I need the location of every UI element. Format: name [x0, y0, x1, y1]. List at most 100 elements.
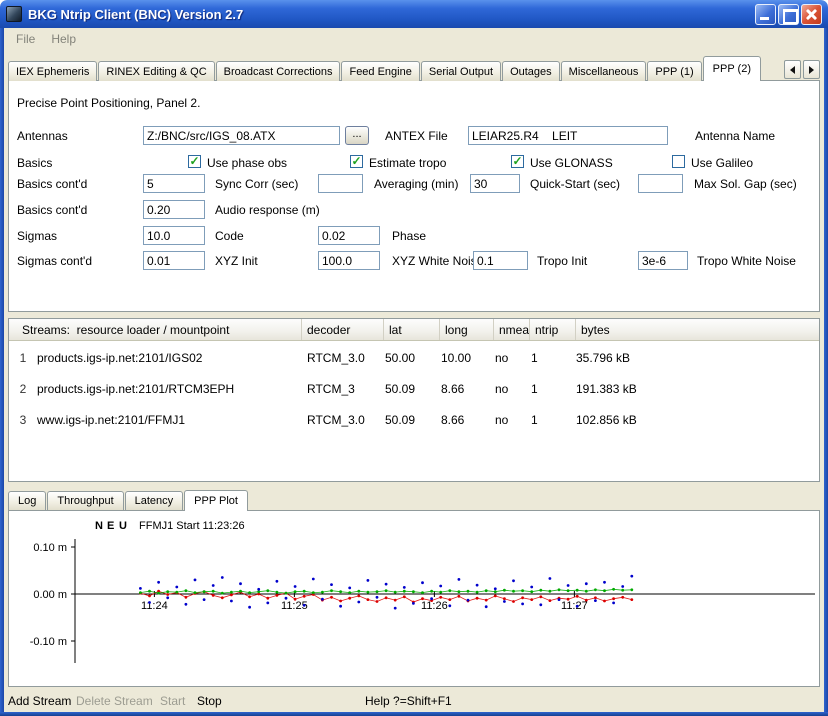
tab-iex-ephemeris[interactable]: IEX Ephemeris	[8, 61, 97, 81]
header-bytes: bytes	[575, 319, 819, 340]
averaging-input[interactable]	[318, 174, 363, 193]
tab-ppp-plot[interactable]: PPP Plot	[184, 490, 248, 511]
svg-text:E: E	[107, 520, 114, 532]
estimate-tropo-checkbox[interactable]: ✓	[350, 155, 363, 168]
streams-table-header: Streams: resource loader / mountpoint de…	[9, 319, 819, 341]
bytes-cell: 35.796 kB	[575, 351, 819, 365]
stream-row-1[interactable]: 1 products.igs-ip.net:2101/IGS02 RTCM_3.…	[9, 343, 819, 373]
lat-cell: 50.00	[383, 351, 439, 365]
panel-caption: Precise Point Positioning, Panel 2.	[17, 96, 200, 110]
basics-label: Basics	[17, 156, 52, 170]
row-number: 1	[9, 351, 37, 365]
statusbar: Add Stream Delete Stream Start Stop Help…	[4, 690, 824, 712]
use-galileo-checkbox[interactable]	[672, 155, 685, 168]
start-button[interactable]: Start	[160, 694, 185, 708]
main-tabbar: IEX Ephemeris RINEX Editing & QC Broadca…	[8, 56, 762, 81]
svg-text:FFMJ1 Start 11:23:26: FFMJ1 Start 11:23:26	[139, 520, 245, 532]
tropo-init-label: Tropo Init	[537, 254, 587, 268]
sync-corr-input[interactable]	[143, 174, 205, 193]
menu-help[interactable]: Help	[43, 30, 84, 48]
max-sol-gap-input[interactable]	[638, 174, 683, 193]
header-decoder: decoder	[301, 319, 383, 340]
sync-corr-label: Sync Corr (sec)	[215, 177, 298, 191]
long-cell: 8.66	[439, 413, 493, 427]
mountpoint-cell: www.igs-ip.net:2101/FFMJ1	[37, 413, 301, 427]
antenna-name-input[interactable]	[468, 126, 668, 145]
tropo-white-noise-label: Tropo White Noise	[697, 254, 796, 268]
ntrip-cell: 1	[529, 413, 575, 427]
svg-text:U: U	[119, 520, 127, 532]
use-phase-obs-checkbox[interactable]: ✓	[188, 155, 201, 168]
tab-scroll-right-button[interactable]	[803, 60, 820, 79]
quick-start-label: Quick-Start (sec)	[530, 177, 620, 191]
tab-feed-engine[interactable]: Feed Engine	[341, 61, 419, 81]
tab-log[interactable]: Log	[8, 491, 46, 510]
antex-browse-button[interactable]: ...	[345, 126, 369, 145]
sigma-phase-input[interactable]	[318, 226, 380, 245]
minimize-button[interactable]	[755, 4, 776, 25]
stream-row-3[interactable]: 3 www.igs-ip.net:2101/FFMJ1 RTCM_3.0 50.…	[9, 405, 819, 435]
decoder-cell: RTCM_3	[301, 382, 383, 396]
sigma-code-input[interactable]	[143, 226, 205, 245]
long-cell: 10.00	[439, 351, 493, 365]
menu-file[interactable]: File	[8, 30, 43, 48]
close-button[interactable]	[801, 4, 822, 25]
tab-ppp-1[interactable]: PPP (1)	[647, 61, 701, 81]
window-frame-bottom	[0, 712, 828, 716]
header-lat: lat	[383, 319, 439, 340]
row-number: 2	[9, 382, 37, 396]
tab-broadcast-corrections[interactable]: Broadcast Corrections	[216, 61, 341, 81]
add-stream-button[interactable]: Add Stream	[8, 694, 71, 708]
menubar: File Help	[4, 28, 824, 50]
window-frame-left	[0, 26, 4, 716]
ntrip-cell: 1	[529, 382, 575, 396]
bnc-window: BKG Ntrip Client (BNC) Version 2.7 File …	[0, 0, 828, 716]
xyz-init-label: XYZ Init	[215, 254, 258, 268]
titlebar[interactable]: BKG Ntrip Client (BNC) Version 2.7	[0, 0, 828, 28]
antex-file-label: ANTEX File	[385, 129, 448, 143]
ppp-plot-panel: 0.10 m0.00 m-0.10 m11:2411:2511:2611:27N…	[8, 510, 820, 687]
antex-path-input[interactable]	[143, 126, 340, 145]
tab-scroll-left-button[interactable]	[784, 60, 801, 79]
estimate-tropo-label: Estimate tropo	[369, 156, 446, 170]
tab-throughput[interactable]: Throughput	[47, 491, 123, 510]
delete-stream-button[interactable]: Delete Stream	[76, 694, 153, 708]
header-long: long	[439, 319, 493, 340]
help-shortcut-label[interactable]: Help ?=Shift+F1	[365, 694, 452, 708]
ppp-plot-svg: 0.10 m0.00 m-0.10 m11:2411:2511:2611:27N…	[9, 511, 819, 686]
tropo-white-noise-input[interactable]	[638, 251, 688, 270]
tab-latency[interactable]: Latency	[125, 491, 184, 510]
nmea-cell: no	[493, 413, 529, 427]
stream-row-2[interactable]: 2 products.igs-ip.net:2101/RTCM3EPH RTCM…	[9, 374, 819, 404]
stop-button[interactable]: Stop	[197, 694, 222, 708]
quick-start-input[interactable]	[470, 174, 520, 193]
averaging-label: Averaging (min)	[374, 177, 458, 191]
use-glonass-checkbox[interactable]: ✓	[511, 155, 524, 168]
mountpoint-cell: products.igs-ip.net:2101/IGS02	[37, 351, 301, 365]
antenna-name-label: Antenna Name	[695, 129, 775, 143]
xyz-init-input[interactable]	[143, 251, 205, 270]
antennas-label: Antennas	[17, 129, 68, 143]
xyz-white-noise-input[interactable]	[318, 251, 380, 270]
arrow-right-icon	[809, 66, 814, 74]
svg-text:-0.10 m: -0.10 m	[30, 636, 67, 648]
long-cell: 8.66	[439, 382, 493, 396]
sigma-phase-label: Phase	[392, 229, 426, 243]
row-number: 3	[9, 413, 37, 427]
audio-response-input[interactable]	[143, 200, 205, 219]
audio-response-label: Audio response (m)	[215, 203, 320, 217]
tab-serial-output[interactable]: Serial Output	[421, 61, 501, 81]
tab-miscellaneous[interactable]: Miscellaneous	[561, 61, 647, 81]
sigma-code-label: Code	[215, 229, 244, 243]
lat-cell: 50.09	[383, 413, 439, 427]
svg-text:0.10 m: 0.10 m	[33, 542, 67, 554]
tab-outages[interactable]: Outages	[502, 61, 560, 81]
tab-rinex-editing-qc[interactable]: RINEX Editing & QC	[98, 61, 214, 81]
tab-ppp-2[interactable]: PPP (2)	[703, 56, 761, 81]
bottom-tabbar: Log Throughput Latency PPP Plot	[8, 490, 249, 511]
maximize-button[interactable]	[778, 4, 799, 25]
tropo-init-input[interactable]	[473, 251, 528, 270]
nmea-cell: no	[493, 351, 529, 365]
header-nmea: nmea	[493, 319, 529, 340]
svg-text:11:24: 11:24	[141, 600, 168, 612]
